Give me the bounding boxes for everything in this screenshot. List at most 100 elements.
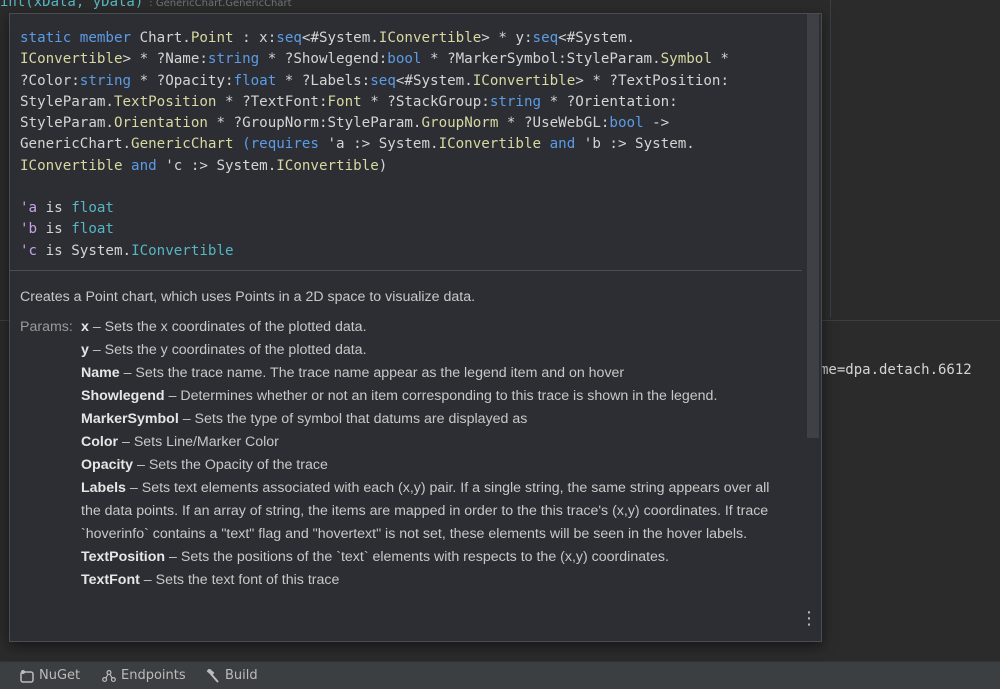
param-desc: – Sets text elements associated with eac… [81, 480, 770, 542]
param-name: Labels [81, 480, 126, 496]
signature-token: -> [643, 115, 670, 132]
signature-token: string [489, 93, 542, 110]
param-name: TextPosition [81, 549, 166, 565]
param-name: Showlegend [81, 388, 165, 404]
type-text: is [37, 200, 72, 216]
type-param-line: 'c is System.IConvertible [20, 241, 234, 262]
param-name: Opacity [81, 457, 134, 473]
signature-token: <#System. [558, 30, 636, 46]
signature-token: IConvertible [20, 51, 123, 68]
signature-token: string [79, 72, 132, 89]
signature-token: GenericChart [131, 136, 234, 153]
param-desc: – Sets the type of symbol that datums ar… [178, 411, 528, 427]
param-name: y [81, 342, 89, 358]
type-var: 'a [20, 200, 38, 216]
signature-token: IConvertible [276, 157, 379, 174]
signature-token: > * ?Name: [122, 51, 208, 68]
param-list: x – Sets the x coordinates of the plotte… [81, 316, 781, 592]
signature-token: IConvertible [472, 72, 576, 89]
signature-token: 'c :> System. [156, 157, 277, 174]
nuget-icon [20, 669, 34, 683]
signature-token: * ?TextFont: [216, 93, 328, 110]
signature-line: ?Color:string * ?Opacity:float * ?Labels… [20, 71, 800, 92]
param-name: Name [81, 365, 120, 381]
signature-token: and [549, 136, 576, 153]
signature-token: * ?Showlegend: [259, 51, 388, 68]
params-label: Params: [20, 319, 73, 335]
signature-token: : x: [233, 30, 277, 46]
signature-token: seq [370, 72, 396, 89]
type-parameters: 'a is float'b is float'c is System.IConv… [20, 198, 234, 262]
signature-token: IConvertible [438, 136, 542, 153]
signature-line: IConvertible and 'c :> System.IConvertib… [20, 156, 800, 177]
code-line-text: int(xData, yData) [0, 0, 144, 10]
param-item: Name – Sets the trace name. The trace na… [81, 362, 781, 385]
build-label: Build [225, 668, 258, 683]
signature-token: * ?Opacity: [131, 72, 234, 89]
endpoints-label: Endpoints [121, 668, 186, 683]
signature-token: StyleParam. [20, 115, 114, 132]
param-name: TextFont [81, 572, 140, 588]
signature-token: Chart. [139, 30, 191, 46]
signature-token: <#System. [395, 72, 473, 89]
type-name: float [71, 200, 114, 216]
signature-token: bool [609, 115, 644, 132]
param-item: Labels – Sets text elements associated w… [81, 477, 781, 546]
editor-right-panel [830, 0, 1000, 318]
signature-token: * [711, 51, 729, 68]
signature-token: Point [190, 30, 234, 46]
type-hint: : GenericChart.GenericChart [149, 0, 292, 9]
signature-token: IConvertible [378, 30, 482, 46]
documentation-body: Creates a Point chart, which uses Points… [20, 286, 790, 588]
param-item: TextFont – Sets the text font of this tr… [81, 569, 781, 592]
quick-documentation-popup[interactable]: static member Chart.Point : x:seq<#Syste… [9, 13, 822, 642]
signature-token: * ?GroupNorm:StyleParam. [207, 115, 422, 132]
type-name: float [71, 221, 114, 238]
param-name: MarkerSymbol [81, 411, 179, 427]
type-var: 'b [20, 221, 38, 238]
signature-token: StyleParam. [20, 93, 114, 110]
param-item: y – Sets the y coordinates of the plotte… [81, 339, 781, 362]
signature-token: > * ?TextPosition: [575, 72, 729, 89]
param-desc: – Sets the y coordinates of the plotted … [88, 342, 367, 358]
signature-line: StyleParam.Orientation * ?GroupNorm:Styl… [20, 113, 800, 134]
nuget-button[interactable]: NuGet [20, 668, 80, 683]
param-item: Color – Sets Line/Marker Color [81, 431, 781, 454]
summary-text: Creates a Point chart, which uses Points… [20, 289, 476, 305]
kebab-icon[interactable]: ⋮ [800, 608, 818, 630]
param-desc: – Sets the x coordinates of the plotted … [88, 319, 367, 335]
param-item: Opacity – Sets the Opacity of the trace [81, 454, 781, 477]
signature-token: * ?MarkerSymbol:StyleParam. [421, 51, 661, 68]
signature-token: <#System. [301, 30, 379, 46]
signature-token: seq [532, 30, 559, 46]
param-desc: – Determines whether or not an item corr… [164, 388, 718, 404]
signature-token: string [207, 51, 260, 68]
signature-line: GenericChart.GenericChart (requires 'a :… [20, 134, 800, 155]
signature-token: Symbol [660, 51, 712, 68]
nuget-label: NuGet [39, 668, 81, 683]
signature-token: IConvertible [20, 157, 123, 174]
param-name: x [81, 319, 89, 335]
endpoints-button[interactable]: Endpoints [102, 668, 186, 683]
build-button[interactable]: Build [206, 668, 258, 683]
type-param-line: 'b is float [20, 219, 234, 240]
signature-token: * ?StackGroup: [361, 93, 490, 110]
signature-token: 'a :> System. [318, 136, 439, 153]
param-item: MarkerSymbol – Sets the type of symbol t… [81, 408, 781, 431]
signature-token [541, 136, 550, 152]
signature-token: * ?Labels: [276, 72, 371, 89]
signature-token: (requires [242, 136, 319, 153]
signature-line: IConvertible> * ?Name:string * ?Showlege… [20, 49, 800, 70]
signature-token: and [131, 157, 157, 174]
param-name: Color [81, 434, 119, 450]
signature-token: GenericChart. [20, 136, 132, 153]
type-text: is [37, 221, 72, 238]
code-line: int(xData, yData) : GenericChart.GenericC… [0, 0, 292, 10]
popup-scrollbar[interactable] [807, 14, 819, 438]
signature-token: static member [20, 30, 140, 46]
signature-line: StyleParam.TextPosition * ?TextFont:Font… [20, 92, 800, 113]
hammer-icon [206, 668, 220, 683]
type-param-line: 'a is float [20, 198, 234, 219]
console-text: me=dpa.detach.6612 [820, 362, 972, 378]
endpoints-icon [102, 669, 116, 683]
